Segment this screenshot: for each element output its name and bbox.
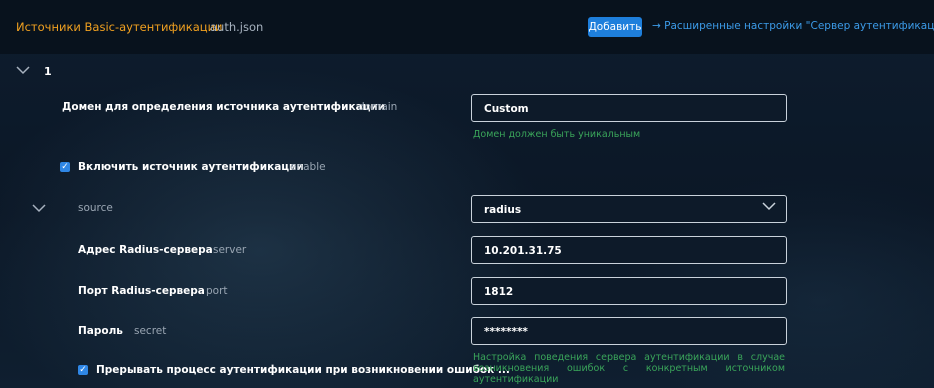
chevron-down-icon bbox=[762, 202, 776, 211]
server-label: Адрес Radius-сервера bbox=[78, 244, 213, 256]
advanced-settings-link[interactable]: → Расширенные настройки "Сервер аутентиф… bbox=[652, 20, 934, 32]
domain-key: domain bbox=[358, 101, 398, 113]
abort-on-error-label: Прерывать процесс аутентификации при воз… bbox=[96, 364, 510, 376]
server-input[interactable]: 10.201.31.75 bbox=[471, 236, 787, 264]
source-key: source bbox=[78, 202, 113, 214]
collapse-source-chevron-icon[interactable] bbox=[32, 204, 46, 213]
checkmark-icon: ✓ bbox=[79, 365, 87, 375]
port-label: Порт Radius-сервера bbox=[78, 285, 205, 297]
secret-key: secret bbox=[134, 325, 167, 337]
page-title: Источники Basic-аутентификации bbox=[16, 20, 223, 34]
server-key: server bbox=[213, 244, 247, 256]
secret-input-value: ******** bbox=[484, 326, 528, 338]
port-key: port bbox=[206, 285, 228, 297]
source-select-value: radius bbox=[484, 204, 522, 216]
domain-label: Домен для определения источника аутентиф… bbox=[62, 101, 386, 113]
checkmark-icon: ✓ bbox=[61, 162, 69, 172]
source-select[interactable]: radius bbox=[471, 195, 787, 223]
enable-key: enable bbox=[290, 161, 326, 173]
add-button[interactable]: Добавить bbox=[588, 17, 642, 37]
domain-input[interactable]: Custom bbox=[471, 94, 787, 122]
domain-hint: Домен должен быть уникальным bbox=[473, 129, 641, 140]
config-file-name: auth.json bbox=[210, 20, 264, 34]
secret-label: Пароль bbox=[78, 325, 123, 337]
enable-label: Включить источник аутентификации bbox=[78, 161, 304, 173]
port-input-value: 1812 bbox=[484, 286, 514, 298]
server-input-value: 10.201.31.75 bbox=[484, 245, 562, 257]
port-input[interactable]: 1812 bbox=[471, 277, 787, 305]
abort-on-error-checkbox[interactable]: ✓ bbox=[78, 365, 88, 375]
auth-settings-panel: Источники Basic-аутентификации auth.json… bbox=[0, 0, 934, 388]
collapse-item-chevron-icon[interactable] bbox=[16, 66, 30, 75]
abort-on-error-hint: Настройка поведения сервера аутентификац… bbox=[473, 352, 785, 385]
domain-input-value: Custom bbox=[484, 103, 529, 115]
enable-checkbox[interactable]: ✓ bbox=[60, 162, 70, 172]
secret-input[interactable]: ******** bbox=[471, 317, 787, 345]
item-number: 1 bbox=[44, 65, 52, 78]
